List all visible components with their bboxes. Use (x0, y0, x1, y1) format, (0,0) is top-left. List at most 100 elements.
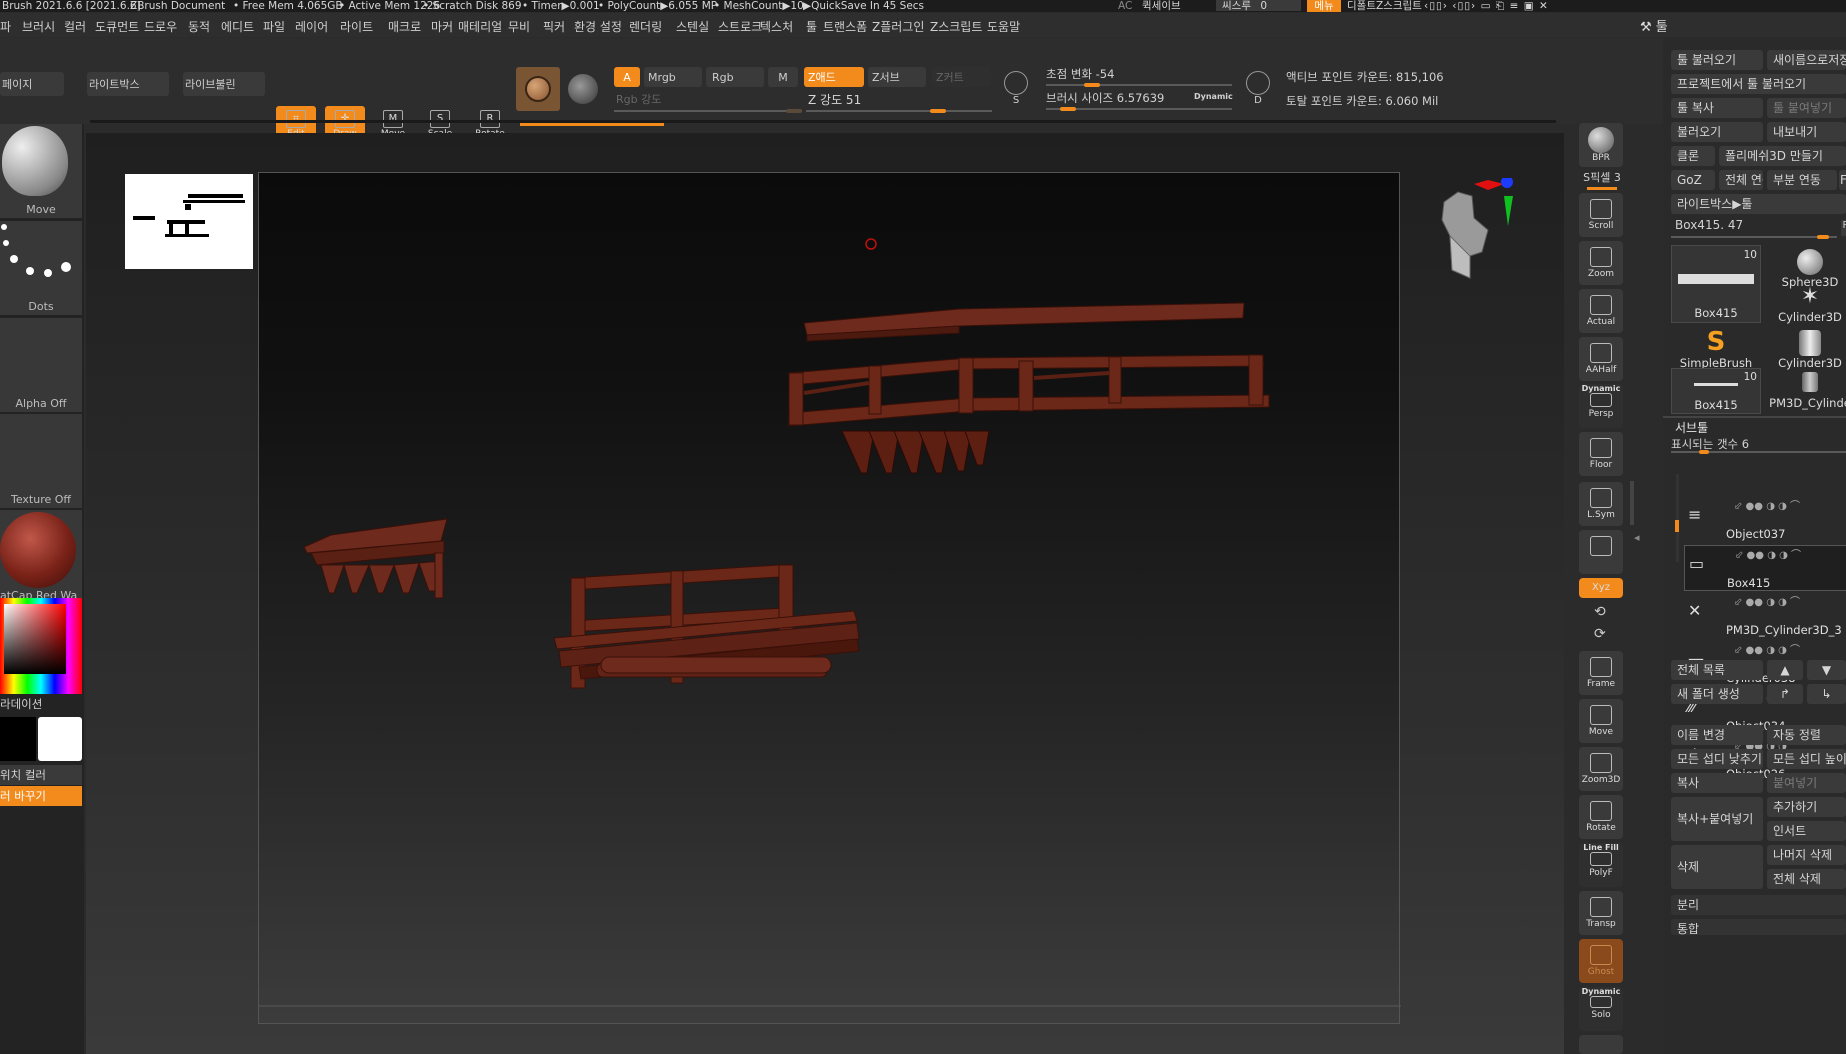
menu-4[interactable]: 드로우 (144, 18, 177, 35)
texture-swatch[interactable]: Texture Off (0, 414, 82, 508)
current-tool-slider[interactable]: Box415. 47 R (1671, 218, 1846, 239)
menu-21[interactable]: 트랜스폼 (823, 18, 867, 35)
menu-20[interactable]: 툴 (806, 18, 817, 35)
subtool-visibility-icons[interactable]: ⬃ ●● ◑ ◑ ⌒ (1734, 593, 1800, 608)
frame-button[interactable]: Frame (1579, 651, 1623, 695)
m-button[interactable]: M (768, 67, 798, 87)
ghost-button[interactable]: Ghost (1579, 939, 1623, 983)
all-low-button[interactable]: 모든 섭디 낮추기 (1671, 749, 1763, 769)
auto-sort-button[interactable]: 자동 정렬 (1767, 725, 1846, 745)
menu-10[interactable]: 매크로 (388, 18, 421, 35)
solo-button[interactable]: Dynamic Solo (1579, 987, 1623, 1031)
goz-button[interactable]: GoZ (1671, 170, 1715, 190)
rename-button[interactable]: 이름 변경 (1671, 725, 1763, 745)
aahalf-button[interactable]: AAHalf (1579, 337, 1623, 381)
menu-2[interactable]: 컬러 (64, 18, 86, 35)
xyz-button[interactable]: Xyz (1579, 578, 1623, 598)
clone-button[interactable]: 클론 (1671, 146, 1715, 166)
arrow-right-icon[interactable]: ↱ (1767, 684, 1803, 704)
menu-13[interactable]: 무비 (508, 18, 530, 35)
subtool-visibility-icons[interactable]: ⬃ ●● ◑ ◑ ⌒ (1734, 641, 1800, 656)
copy-tool-button[interactable]: 툴 복사 (1671, 98, 1763, 118)
lsym-button[interactable]: L.Sym (1579, 482, 1623, 526)
menu-toggle-button[interactable]: 메뉴 (1307, 0, 1341, 12)
delete-all-button[interactable]: 전체 삭제 (1767, 869, 1846, 889)
merge-section[interactable]: 통합 (1671, 919, 1846, 935)
polyf-button[interactable]: Line Fill PolyF (1579, 843, 1623, 887)
menu-3[interactable]: 도큐먼트 (95, 18, 139, 35)
tool-thumb-box415-2[interactable]: 10 Box415 (1671, 368, 1761, 414)
scroll-button[interactable]: Scroll (1579, 193, 1623, 237)
subtool-row[interactable]: ✕ ⬃ ●● ◑ ◑ ⌒ PM3D_Cylinder3D_3 (1684, 593, 1846, 639)
stroke-icon[interactable] (568, 74, 598, 104)
bpr-button[interactable]: BPR (1579, 123, 1623, 167)
menu-5[interactable]: 동적 (188, 18, 210, 35)
subtool-visibility-icons[interactable]: ⬃ ●● ◑ ◑ ⌒ (1734, 497, 1800, 512)
all-link-button[interactable]: 전체 연동 (1719, 170, 1763, 190)
lightbox-tool-button[interactable]: 라이트박스▶툴 (1671, 194, 1846, 214)
subtool-visibility-icons[interactable]: ⬃ ●● ◑ ◑ ⌒ (1735, 546, 1801, 561)
paste-tool-button[interactable]: 툴 붙여넣기 (1767, 98, 1846, 118)
see-through-slider[interactable]: 씨스루 0 (1216, 0, 1301, 12)
menu-22[interactable]: Z플러그인 (872, 18, 924, 35)
duplicate-button[interactable]: 복사 (1671, 773, 1763, 793)
split-section[interactable]: 분리 (1671, 895, 1846, 915)
move-up-icon[interactable]: ▲ (1767, 660, 1803, 680)
collapse-arrow-icon[interactable]: ◂ (1634, 531, 1640, 544)
stroke-swatch[interactable]: Dots (0, 221, 82, 315)
document-canvas[interactable] (258, 172, 1401, 1024)
navigator-thumbnail[interactable] (125, 174, 253, 269)
transp-button[interactable]: Transp (1579, 891, 1623, 935)
menu-19[interactable]: 텍스처 (760, 18, 793, 35)
menu-12[interactable]: 매테리얼 (458, 18, 502, 35)
homepage-button[interactable]: 페이지 (0, 72, 64, 96)
menu-17[interactable]: 스텐실 (676, 18, 709, 35)
mrgb-button[interactable]: Mrgb (644, 67, 702, 87)
menu-0[interactable]: 파 (0, 18, 11, 35)
paste-subtool-button[interactable]: 붙여넣기 (1767, 773, 1846, 793)
rotate-view-button[interactable]: Rotate (1579, 795, 1623, 839)
f-button[interactable]: F (1839, 170, 1846, 190)
tool-thumb-pm3d-cylinder[interactable]: PM3D_Cylinde (1765, 368, 1846, 414)
expand-button[interactable] (1579, 1035, 1623, 1054)
quicksave-button[interactable]: 퀵세이브 (1142, 0, 1181, 12)
menu-1[interactable]: 브러시 (22, 18, 55, 35)
menu-18[interactable]: 스트로크 (718, 18, 762, 35)
zoom3d-button[interactable]: Zoom3D (1579, 747, 1623, 791)
floor-button[interactable]: Floor (1579, 432, 1623, 476)
persp-button[interactable]: Dynamic Persp (1579, 384, 1623, 428)
switch-color-button[interactable]: 위치 컬러 (0, 765, 82, 785)
secondary-color-swatch[interactable] (38, 717, 82, 761)
main-color-swatch[interactable] (0, 717, 36, 761)
menu-9[interactable]: 라이트 (340, 18, 373, 35)
gradient-label[interactable]: 라데이션 (0, 696, 42, 712)
subtool-scrollbar[interactable] (1676, 474, 1679, 562)
delete-button[interactable]: 삭제 (1671, 845, 1763, 889)
subtool-scroll-thumb[interactable] (1675, 520, 1679, 532)
export-button[interactable]: 내보내기 (1767, 122, 1846, 142)
zadd-button[interactable]: Z애드 (804, 67, 864, 87)
dynamic-label[interactable]: Dynamic (1194, 92, 1233, 101)
menu-24[interactable]: 도움말 (987, 18, 1020, 35)
subtool-row[interactable]: ▭ ⬃ ●● ◑ ◑ ⌒ Box415 (1684, 545, 1846, 591)
menu-6[interactable]: 에디트 (221, 18, 254, 35)
menu-8[interactable]: 레이어 (295, 18, 328, 35)
brush-swatch[interactable]: Move (0, 124, 82, 218)
all-high-button[interactable]: 모든 섭디 높이기 (1767, 749, 1846, 769)
material-swatch[interactable]: atCap Red Wa (0, 510, 82, 604)
alpha-swatch[interactable]: Alpha Off (0, 318, 82, 412)
rgb-intensity-slider[interactable]: Rgb 강도 (614, 91, 802, 113)
color-picker[interactable] (0, 598, 82, 694)
rotate-y-icon[interactable]: ⟲ (1594, 604, 1606, 620)
actual-button[interactable]: Actual (1579, 289, 1623, 333)
menu-16[interactable]: 렌더링 (629, 18, 662, 35)
swap-color-button[interactable]: 러 바꾸기 (0, 786, 82, 806)
orientation-gizmo[interactable] (1438, 176, 1528, 298)
focal-shift-slider[interactable]: 초점 변화 -54 (1046, 66, 1232, 87)
brush-size-slider[interactable]: 브러시 사이즈 6.57639 Dynamic (1046, 90, 1233, 111)
menu-14[interactable]: 픽커 (543, 18, 565, 35)
list-all-button[interactable]: 전체 목록 (1671, 660, 1763, 680)
z-intensity-slider[interactable]: Z 강도 51 (806, 91, 992, 113)
load-from-project-button[interactable]: 프로젝트에서 툴 불러오기 (1671, 74, 1846, 94)
subtool-row[interactable]: ≡ ⬃ ●● ◑ ◑ ⌒ Object037 (1684, 497, 1846, 543)
